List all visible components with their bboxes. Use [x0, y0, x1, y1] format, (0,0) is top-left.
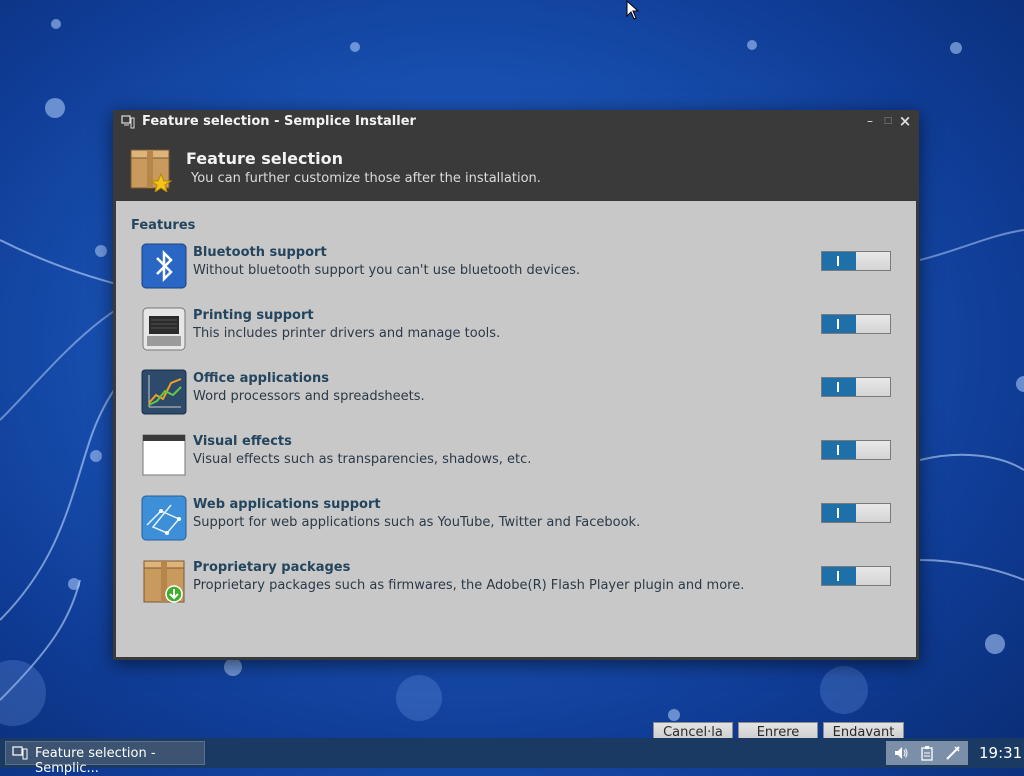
package-star-icon	[130, 149, 173, 192]
package-download-icon	[143, 560, 185, 603]
close-button[interactable]: ×	[897, 113, 913, 129]
feature-name: Printing support	[193, 308, 314, 323]
page-title: Feature selection	[186, 149, 343, 168]
window-menu-icon[interactable]	[121, 115, 135, 129]
web-globe-icon	[141, 495, 187, 541]
feature-row-web-apps: Web applications support Support for web…	[141, 495, 901, 543]
feature-description: Word processors and spreadsheets.	[193, 389, 425, 404]
office-toggle[interactable]	[821, 377, 891, 397]
installer-window: Feature selection - Semplice Installer –…	[113, 110, 919, 744]
feature-description: Proprietary packages such as firmwares, …	[193, 578, 745, 593]
window-menu-icon	[12, 746, 28, 760]
maximize-button[interactable]: □	[880, 113, 896, 129]
taskbar-window-label: Feature selection - Semplic...	[35, 746, 156, 776]
proprietary-toggle[interactable]	[821, 566, 891, 586]
feature-name: Web applications support	[193, 497, 381, 512]
page-header: Feature selection You can further custom…	[116, 134, 916, 200]
window-icon	[142, 434, 186, 476]
feature-row-proprietary: Proprietary packages Proprietary package…	[141, 558, 901, 606]
feature-row-visual-effects: Visual effects Visual effects such as tr…	[141, 432, 901, 480]
volume-icon[interactable]	[893, 745, 909, 761]
taskbar-window-item[interactable]: Feature selection - Semplic...	[5, 741, 205, 776]
system-tray	[886, 741, 968, 765]
visual-effects-toggle[interactable]	[821, 440, 891, 460]
window-titlebar[interactable]: Feature selection - Semplice Installer –…	[113, 110, 919, 134]
printer-icon	[142, 307, 186, 351]
feature-row-office: Office applications Word processors and …	[141, 369, 901, 417]
network-icon[interactable]	[945, 745, 961, 761]
feature-description: Support for web applications such as You…	[193, 515, 641, 530]
minimize-button[interactable]: –	[862, 113, 878, 129]
window-title: Feature selection - Semplice Installer	[142, 114, 416, 129]
office-chart-icon	[141, 369, 187, 415]
feature-name: Proprietary packages	[193, 560, 351, 575]
clipboard-icon[interactable]	[919, 745, 935, 761]
content-panel: Features Bluetooth support Without bluet…	[116, 201, 916, 744]
feature-row-printing: Printing support This includes printer d…	[141, 306, 901, 354]
feature-name: Bluetooth support	[193, 245, 327, 260]
clock[interactable]: 19:31	[979, 744, 1022, 762]
feature-description: This includes printer drivers and manage…	[193, 326, 501, 341]
feature-name: Office applications	[193, 371, 329, 386]
section-title: Features	[131, 218, 196, 233]
feature-row-bluetooth: Bluetooth support Without bluetooth supp…	[141, 243, 901, 291]
bluetooth-toggle[interactable]	[821, 251, 891, 271]
page-subtitle: You can further customize those after th…	[191, 171, 541, 186]
bluetooth-icon	[141, 243, 187, 289]
feature-name: Visual effects	[193, 434, 292, 449]
mouse-cursor-icon	[626, 0, 640, 20]
printing-toggle[interactable]	[821, 314, 891, 334]
feature-description: Without bluetooth support you can't use …	[193, 263, 581, 278]
web-apps-toggle[interactable]	[821, 503, 891, 523]
taskbar: Feature selection - Semplic... 19:31	[0, 738, 1024, 776]
feature-description: Visual effects such as transparencies, s…	[193, 452, 532, 467]
